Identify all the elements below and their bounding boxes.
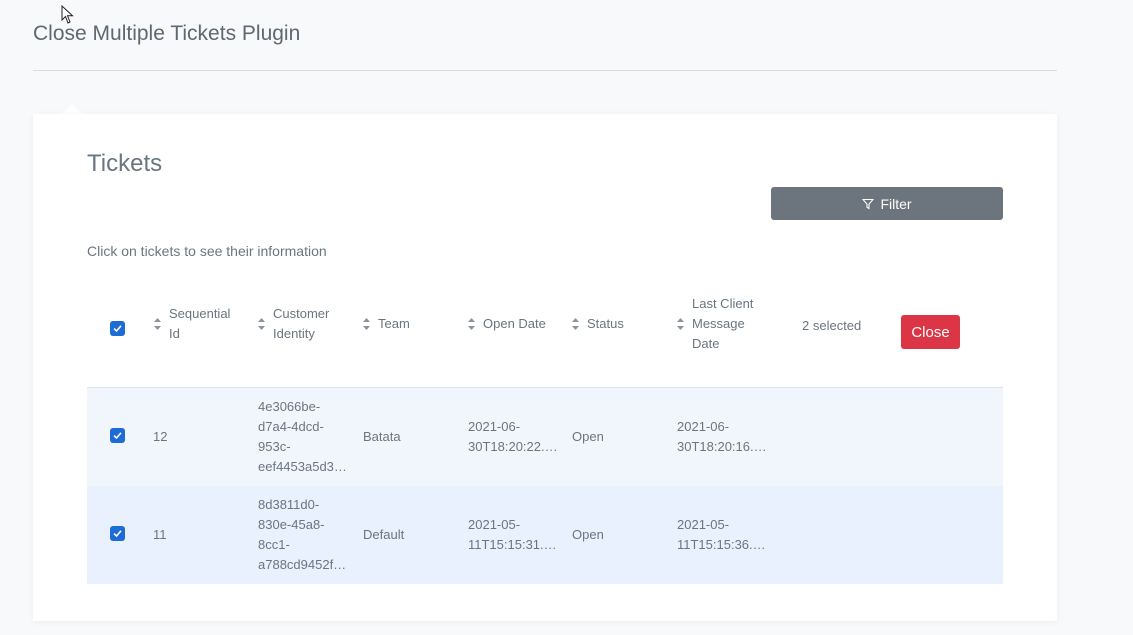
cell-sequential-id: 12 (153, 429, 168, 444)
tickets-table: Sequential Id Customer Identity Team Open … (87, 284, 1003, 584)
title-divider (33, 70, 1057, 71)
cell-last-message-date: 2021-05- 11T15:15:36.… (677, 517, 766, 552)
sort-icon (153, 317, 162, 331)
row-checkbox[interactable] (110, 428, 125, 443)
card-notch (62, 104, 82, 114)
tickets-card: Tickets Filter Click on tickets to see t… (33, 114, 1057, 621)
cell-open-date: 2021-05- 11T15:15:31.… (468, 517, 557, 552)
sort-icon (362, 317, 371, 331)
column-header-team[interactable]: Team (362, 314, 410, 334)
card-title: Tickets (87, 150, 163, 177)
column-header-status[interactable]: Status (571, 314, 624, 334)
column-header-last-client-message-date[interactable]: Last Client Message Date (676, 294, 753, 354)
checkmark-icon (113, 432, 122, 440)
table-row[interactable]: 11 8d3811d0- 830e-45a8- 8cc1- a788cd9452… (87, 486, 1003, 584)
column-label: Identity (273, 326, 315, 341)
table-header: Sequential Id Customer Identity Team Open … (87, 284, 1003, 388)
cell-team: Default (363, 527, 405, 542)
checkmark-icon (113, 530, 122, 538)
sort-icon (676, 317, 685, 331)
column-label: Sequential (169, 306, 231, 321)
filter-icon (862, 198, 875, 209)
column-label: Status (587, 316, 624, 331)
sort-icon (467, 317, 476, 331)
column-header-open-date[interactable]: Open Date (467, 314, 546, 334)
column-header-sequential-id[interactable]: Sequential Id (153, 304, 230, 344)
page-title: Close Multiple Tickets Plugin (33, 22, 301, 45)
close-tickets-button[interactable]: Close (901, 315, 960, 349)
hint-text: Click on tickets to see their informatio… (87, 243, 327, 259)
cell-open-date: 2021-06- 30T18:20:22.… (468, 419, 558, 454)
cell-customer-identity: 8d3811d0- 830e-45a8- 8cc1- a788cd9452f… (258, 497, 347, 572)
cell-sequential-id: 11 (153, 527, 167, 542)
cell-customer-identity: 4e3066be- d7a4-4dcd- 953c- eef4453a5d3… (258, 399, 347, 474)
cell-team: Batata (363, 429, 401, 444)
cell-status: Open (572, 527, 604, 542)
column-label: Team (378, 316, 410, 331)
table-row[interactable]: 12 4e3066be- d7a4-4dcd- 953c- eef4453a5d… (87, 388, 1003, 486)
cell-last-message-date: 2021-06- 30T18:20:16.… (677, 419, 767, 454)
sort-icon (571, 317, 580, 331)
column-header-customer-identity[interactable]: Customer Identity (257, 304, 329, 344)
column-label: Customer (273, 306, 330, 321)
filter-label: Filter (880, 195, 912, 212)
cell-status: Open (572, 429, 604, 444)
column-label: Open Date (483, 316, 546, 331)
select-all-checkbox[interactable] (110, 321, 125, 336)
selected-count: 2 selected (802, 318, 862, 333)
column-label: Id (169, 326, 180, 341)
filter-button[interactable]: Filter (771, 187, 1003, 220)
column-label: Date (692, 336, 720, 351)
column-label: Message (692, 316, 745, 331)
sort-icon (257, 317, 266, 331)
column-label: Last Client (692, 296, 754, 311)
checkmark-icon (113, 325, 122, 333)
row-checkbox[interactable] (110, 526, 125, 541)
